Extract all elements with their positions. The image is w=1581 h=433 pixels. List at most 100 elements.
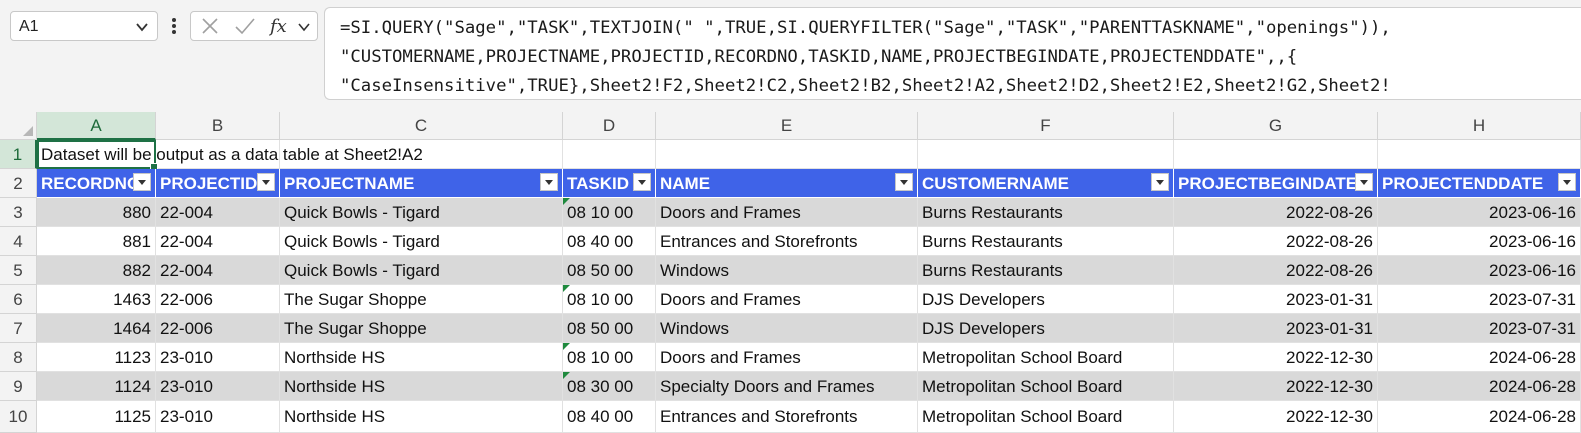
filter-dropdown-icon[interactable] xyxy=(257,173,275,191)
filter-dropdown-icon[interactable] xyxy=(633,173,651,191)
table-cell-end[interactable]: 2024-06-28 xyxy=(1378,343,1581,372)
table-cell-begin[interactable]: 2022-08-26 xyxy=(1174,256,1378,285)
table-header-name[interactable]: NAME xyxy=(656,169,918,198)
column-header-c[interactable]: C xyxy=(280,112,563,140)
table-cell-projectid[interactable]: 23-010 xyxy=(156,401,280,433)
more-options-icon[interactable] xyxy=(167,14,181,38)
table-cell-recordno[interactable]: 1464 xyxy=(37,314,156,343)
name-box[interactable]: A1 xyxy=(10,11,158,41)
table-cell-customername[interactable]: Burns Restaurants xyxy=(918,256,1174,285)
row-header-1[interactable]: 1 xyxy=(0,140,37,169)
enter-check-icon[interactable] xyxy=(233,15,257,37)
row-header-8[interactable]: 8 xyxy=(0,343,37,372)
filter-dropdown-icon[interactable] xyxy=(1151,173,1169,191)
table-cell-projectid[interactable]: 22-004 xyxy=(156,256,280,285)
table-cell-taskid[interactable]: 08 10 00 xyxy=(563,285,656,314)
table-cell-end[interactable]: 2023-06-16 xyxy=(1378,256,1581,285)
table-cell-name[interactable]: Specialty Doors and Frames xyxy=(656,372,918,401)
table-header-projectbegindate[interactable]: PROJECTBEGINDATE xyxy=(1174,169,1378,198)
row-header-6[interactable]: 6 xyxy=(0,285,37,314)
table-cell-end[interactable]: 2023-07-31 xyxy=(1378,314,1581,343)
table-cell-recordno[interactable]: 1124 xyxy=(37,372,156,401)
table-cell-recordno[interactable]: 880 xyxy=(37,198,156,227)
table-cell-name[interactable]: Windows xyxy=(656,256,918,285)
table-cell-projectid[interactable]: 22-006 xyxy=(156,314,280,343)
table-cell-end[interactable]: 2023-06-16 xyxy=(1378,198,1581,227)
table-cell-begin[interactable]: 2023-01-31 xyxy=(1174,314,1378,343)
table-cell-begin[interactable]: 2022-12-30 xyxy=(1174,343,1378,372)
table-cell-recordno[interactable]: 1123 xyxy=(37,343,156,372)
table-cell-projectname[interactable]: Northside HS xyxy=(280,343,563,372)
row-header-4[interactable]: 4 xyxy=(0,227,37,256)
table-cell-begin[interactable]: 2022-08-26 xyxy=(1174,198,1378,227)
filter-dropdown-icon[interactable] xyxy=(540,173,558,191)
table-cell-end[interactable]: 2023-07-31 xyxy=(1378,285,1581,314)
table-cell-projectname[interactable]: The Sugar Shoppe xyxy=(280,285,563,314)
table-cell-begin[interactable]: 2023-01-31 xyxy=(1174,285,1378,314)
table-header-projectname[interactable]: PROJECTNAME xyxy=(280,169,563,198)
table-header-recordno[interactable]: RECORDNO xyxy=(37,169,156,198)
table-cell-customername[interactable]: Metropolitan School Board xyxy=(918,401,1174,433)
table-cell-customername[interactable]: DJS Developers xyxy=(918,285,1174,314)
table-cell-projectname[interactable]: Quick Bowls - Tigard xyxy=(280,198,563,227)
table-cell-customername[interactable]: Burns Restaurants xyxy=(918,198,1174,227)
function-dropdown-chevron-icon[interactable] xyxy=(297,20,311,34)
filter-dropdown-icon[interactable] xyxy=(1355,173,1373,191)
table-cell-recordno[interactable]: 882 xyxy=(37,256,156,285)
table-cell-recordno[interactable]: 1125 xyxy=(37,401,156,433)
table-cell-projectid[interactable]: 22-004 xyxy=(156,227,280,256)
table-cell-customername[interactable]: Metropolitan School Board xyxy=(918,372,1174,401)
cell-h1[interactable] xyxy=(1378,140,1581,169)
table-cell-name[interactable]: Doors and Frames xyxy=(656,285,918,314)
column-header-d[interactable]: D xyxy=(563,112,656,140)
column-header-f[interactable]: F xyxy=(918,112,1174,140)
table-cell-end[interactable]: 2024-06-28 xyxy=(1378,401,1581,433)
table-cell-projectid[interactable]: 22-004 xyxy=(156,198,280,227)
table-header-taskid[interactable]: TASKID xyxy=(563,169,656,198)
table-cell-taskid[interactable]: 08 40 00 xyxy=(563,227,656,256)
table-cell-taskid[interactable]: 08 10 00 xyxy=(563,198,656,227)
column-header-b[interactable]: B xyxy=(156,112,280,140)
table-cell-customername[interactable]: Metropolitan School Board xyxy=(918,343,1174,372)
table-cell-taskid[interactable]: 08 50 00 xyxy=(563,314,656,343)
table-cell-taskid[interactable]: 08 30 00 xyxy=(563,372,656,401)
table-cell-name[interactable]: Entrances and Storefronts xyxy=(656,401,918,433)
chevron-down-icon[interactable] xyxy=(135,20,149,34)
row-header-10[interactable]: 10 xyxy=(0,401,37,433)
table-cell-projectid[interactable]: 22-006 xyxy=(156,285,280,314)
cell-d1[interactable] xyxy=(563,140,656,169)
row-header-7[interactable]: 7 xyxy=(0,314,37,343)
table-cell-projectname[interactable]: Northside HS xyxy=(280,401,563,433)
table-cell-projectname[interactable]: Quick Bowls - Tigard xyxy=(280,227,563,256)
table-cell-projectid[interactable]: 23-010 xyxy=(156,343,280,372)
filter-dropdown-icon[interactable] xyxy=(133,173,151,191)
row-header-3[interactable]: 3 xyxy=(0,198,37,227)
table-cell-name[interactable]: Doors and Frames xyxy=(656,343,918,372)
column-header-a[interactable]: A xyxy=(37,112,156,140)
filter-dropdown-icon[interactable] xyxy=(895,173,913,191)
cell-e1[interactable] xyxy=(656,140,918,169)
table-cell-begin[interactable]: 2022-08-26 xyxy=(1174,227,1378,256)
table-cell-end[interactable]: 2024-06-28 xyxy=(1378,372,1581,401)
cancel-icon[interactable] xyxy=(199,15,221,37)
table-header-customername[interactable]: CUSTOMERNAME xyxy=(918,169,1174,198)
table-cell-projectid[interactable]: 23-010 xyxy=(156,372,280,401)
table-cell-taskid[interactable]: 08 40 00 xyxy=(563,401,656,433)
table-cell-name[interactable]: Entrances and Storefronts xyxy=(656,227,918,256)
table-cell-projectname[interactable]: The Sugar Shoppe xyxy=(280,314,563,343)
column-header-g[interactable]: G xyxy=(1174,112,1378,140)
table-header-projectid[interactable]: PROJECTID xyxy=(156,169,280,198)
table-cell-name[interactable]: Doors and Frames xyxy=(656,198,918,227)
formula-input[interactable]: =SI.QUERY("Sage","TASK",TEXTJOIN(" ",TRU… xyxy=(324,7,1581,100)
table-cell-taskid[interactable]: 08 10 00 xyxy=(563,343,656,372)
row-header-9[interactable]: 9 xyxy=(0,372,37,401)
table-cell-customername[interactable]: Burns Restaurants xyxy=(918,227,1174,256)
cell-f1[interactable] xyxy=(918,140,1174,169)
column-header-h[interactable]: H xyxy=(1378,112,1581,140)
row-header-5[interactable]: 5 xyxy=(0,256,37,285)
cell-g1[interactable] xyxy=(1174,140,1378,169)
column-header-e[interactable]: E xyxy=(656,112,918,140)
filter-dropdown-icon[interactable] xyxy=(1558,173,1576,191)
row-header-2[interactable]: 2 xyxy=(0,169,37,198)
table-cell-projectname[interactable]: Northside HS xyxy=(280,372,563,401)
